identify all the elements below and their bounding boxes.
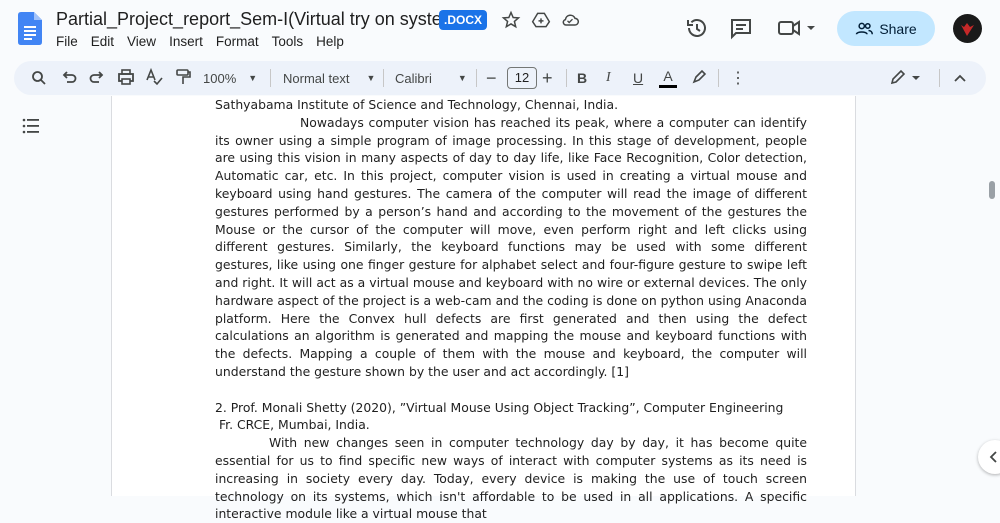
move-to-drive-icon[interactable]	[531, 10, 551, 30]
avatar-image-icon	[961, 23, 974, 36]
menu-insert[interactable]: Insert	[169, 34, 203, 49]
zoom-select[interactable]: 100% ▼	[203, 61, 257, 95]
bold-button[interactable]: B	[577, 61, 587, 95]
star-icon[interactable]	[501, 10, 521, 30]
spellcheck-icon[interactable]	[145, 61, 163, 95]
zoom-value: 100%	[203, 70, 237, 86]
decrease-font-size-button[interactable]: −	[486, 61, 497, 95]
version-history-icon[interactable]	[685, 16, 709, 40]
paragraph: With new changes seen in computer techno…	[215, 435, 807, 522]
cloud-status-icon[interactable]	[560, 10, 580, 30]
affiliation-line: Sathyabama Institute of Science and Tech…	[215, 97, 619, 112]
text-color-swatch	[659, 85, 677, 88]
text-color-button[interactable]: A	[658, 61, 678, 95]
reference-affiliation: Fr. CRCE, Mumbai, India.	[215, 417, 370, 433]
redo-icon[interactable]	[89, 61, 105, 95]
chevron-down-icon: ▼	[366, 73, 376, 83]
chevron-down-icon: ▼	[248, 73, 258, 83]
comments-icon[interactable]	[729, 16, 753, 40]
docs-logo-icon[interactable]	[18, 12, 42, 45]
italic-button[interactable]: I	[606, 61, 611, 95]
paint-format-icon[interactable]	[174, 61, 192, 95]
style-select[interactable]: Normal text ▼	[283, 61, 375, 95]
font-size-input[interactable]: 12	[507, 67, 537, 89]
share-button[interactable]: Share	[837, 11, 935, 46]
style-value: Normal text	[283, 70, 350, 86]
avatar[interactable]	[953, 14, 982, 43]
font-select[interactable]: Calibri ▼	[395, 61, 467, 95]
menu-help[interactable]: Help	[316, 34, 344, 49]
side-panel-toggle[interactable]	[978, 440, 1000, 474]
chevron-left-icon	[989, 451, 997, 463]
chevron-down-icon: ▼	[457, 73, 467, 83]
menu-view[interactable]: View	[127, 34, 156, 49]
scrollbar-thumb[interactable]	[989, 181, 995, 199]
header-bar: Partial_Project_report_Sem-I(Virtual try…	[0, 0, 1000, 58]
menu-edit[interactable]: Edit	[91, 34, 114, 49]
menu-bar: File Edit View Insert Format Tools Help	[56, 34, 357, 49]
menu-format[interactable]: Format	[216, 34, 259, 49]
hide-menus-chevron-up-icon[interactable]	[952, 61, 968, 95]
meet-icon[interactable]	[777, 16, 817, 40]
document-title[interactable]: Partial_Project_report_Sem-I(Virtual try…	[56, 9, 463, 30]
text-color-letter: A	[663, 68, 673, 84]
search-menus-icon[interactable]	[31, 61, 47, 95]
menu-tools[interactable]: Tools	[272, 34, 304, 49]
font-value: Calibri	[395, 70, 432, 86]
people-icon	[856, 22, 874, 35]
paragraph: Nowadays computer vision has reached its…	[215, 114, 807, 379]
docx-badge: .DOCX	[439, 10, 488, 30]
editing-mode-icon[interactable]	[888, 61, 922, 95]
undo-icon[interactable]	[61, 61, 77, 95]
highlight-color-icon[interactable]	[691, 61, 707, 95]
print-icon[interactable]	[117, 61, 135, 95]
formatting-toolbar: 100% ▼ Normal text ▼ Calibri ▼ − 12 + B I U…	[14, 61, 986, 95]
document-outline-icon[interactable]	[22, 117, 40, 135]
increase-font-size-button[interactable]: +	[542, 61, 553, 95]
menu-file[interactable]: File	[56, 34, 78, 49]
share-label: Share	[879, 20, 917, 37]
underline-button[interactable]: U	[633, 61, 643, 95]
document-body[interactable]: Sathyabama Institute of Science and Tech…	[215, 96, 807, 523]
reference-heading: 2. Prof. Monali Shetty (2020), ”Virtual …	[215, 399, 784, 415]
more-options-icon[interactable]: ⋮	[730, 61, 746, 95]
